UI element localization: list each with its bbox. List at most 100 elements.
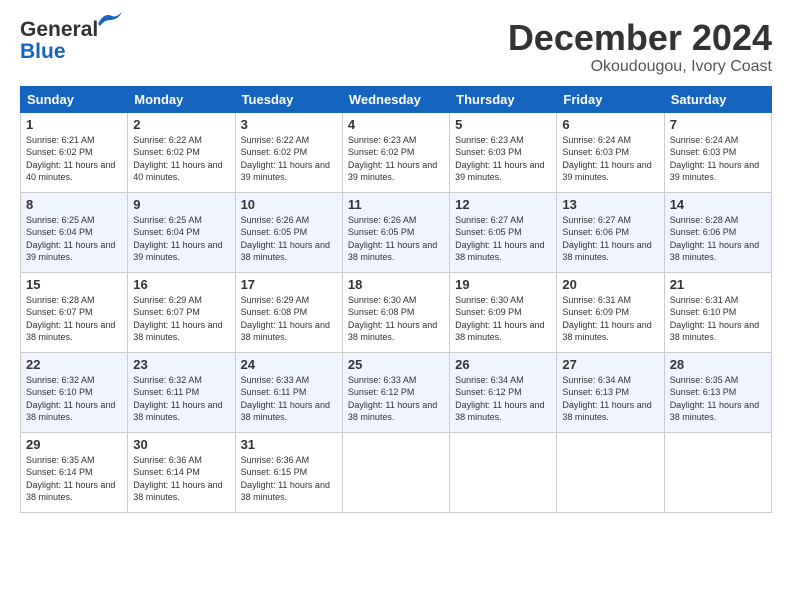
day-info: Sunrise: 6:32 AMSunset: 6:10 PMDaylight:…	[26, 375, 115, 423]
day-info: Sunrise: 6:33 AMSunset: 6:12 PMDaylight:…	[348, 375, 437, 423]
calendar-week-3: 15 Sunrise: 6:28 AMSunset: 6:07 PMDayligh…	[21, 272, 772, 352]
day-number: 25	[348, 357, 444, 372]
calendar-cell: 25 Sunrise: 6:33 AMSunset: 6:12 PMDayligh…	[342, 352, 449, 432]
day-number: 17	[241, 277, 337, 292]
day-info: Sunrise: 6:23 AMSunset: 6:03 PMDaylight:…	[455, 135, 544, 183]
calendar-cell: 21 Sunrise: 6:31 AMSunset: 6:10 PMDayligh…	[664, 272, 771, 352]
calendar-cell	[664, 432, 771, 512]
day-number: 8	[26, 197, 122, 212]
logo-general: General	[20, 18, 98, 41]
day-info: Sunrise: 6:31 AMSunset: 6:10 PMDaylight:…	[670, 295, 759, 343]
day-number: 22	[26, 357, 122, 372]
day-info: Sunrise: 6:33 AMSunset: 6:11 PMDaylight:…	[241, 375, 330, 423]
calendar-cell: 8Sunrise: 6:25 AMSunset: 6:04 PMDaylight…	[21, 192, 128, 272]
calendar-cell: 7Sunrise: 6:24 AMSunset: 6:03 PMDaylight…	[664, 112, 771, 192]
day-number: 15	[26, 277, 122, 292]
day-info: Sunrise: 6:24 AMSunset: 6:03 PMDaylight:…	[670, 135, 759, 183]
day-number: 16	[133, 277, 229, 292]
col-saturday: Saturday	[664, 86, 771, 112]
col-friday: Friday	[557, 86, 664, 112]
logo-bird-icon	[96, 10, 124, 28]
day-info: Sunrise: 6:28 AMSunset: 6:07 PMDaylight:…	[26, 295, 115, 343]
day-number: 21	[670, 277, 766, 292]
calendar-cell: 9 Sunrise: 6:25 AMSunset: 6:04 PMDaylight…	[128, 192, 235, 272]
day-info: Sunrise: 6:26 AMSunset: 6:05 PMDaylight:…	[348, 215, 437, 263]
col-sunday: Sunday	[21, 86, 128, 112]
day-number: 18	[348, 277, 444, 292]
calendar-cell: 23 Sunrise: 6:32 AMSunset: 6:11 PMDayligh…	[128, 352, 235, 432]
day-number: 3	[241, 117, 337, 132]
calendar-cell: 2 Sunrise: 6:22 AMSunset: 6:02 PMDaylight…	[128, 112, 235, 192]
day-info: Sunrise: 6:35 AMSunset: 6:13 PMDaylight:…	[670, 375, 759, 423]
calendar-week-2: 8 Sunrise: 6:25 AMSunset: 6:04 PMDaylight…	[21, 192, 772, 272]
day-number: 24	[241, 357, 337, 372]
day-number: 28	[670, 357, 766, 372]
calendar-cell: 16 Sunrise: 6:29 AMSunset: 6:07 PMDayligh…	[128, 272, 235, 352]
calendar-header-row: Sunday Monday Tuesday Wednesday Thursday…	[21, 86, 772, 112]
day-number: 2	[133, 117, 229, 132]
day-info: Sunrise: 6:23 AMSunset: 6:02 PMDaylight:…	[348, 135, 437, 183]
day-info: Sunrise: 6:22 AMSunset: 6:02 PMDaylight:…	[133, 135, 222, 183]
day-info: Sunrise: 6:24 AMSunset: 6:03 PMDaylight:…	[562, 135, 651, 183]
day-number: 9	[133, 197, 229, 212]
calendar-cell: 27Sunrise: 6:34 AMSunset: 6:13 PMDayligh…	[557, 352, 664, 432]
logo: General Blue	[20, 18, 126, 64]
day-number: 30	[133, 437, 229, 452]
day-info: Sunrise: 6:36 AMSunset: 6:14 PMDaylight:…	[133, 455, 222, 503]
calendar-cell: 22 Sunrise: 6:32 AMSunset: 6:10 PMDayligh…	[21, 352, 128, 432]
day-info: Sunrise: 6:36 AMSunset: 6:15 PMDaylight:…	[241, 455, 330, 503]
page: General Blue December 2024 Okoudougou, I…	[0, 0, 792, 612]
calendar-cell: 31 Sunrise: 6:36 AMSunset: 6:15 PMDayligh…	[235, 432, 342, 512]
calendar-cell: 12Sunrise: 6:27 AMSunset: 6:05 PMDayligh…	[450, 192, 557, 272]
day-number: 26	[455, 357, 551, 372]
calendar-cell: 26 Sunrise: 6:34 AMSunset: 6:12 PMDayligh…	[450, 352, 557, 432]
day-number: 20	[562, 277, 658, 292]
day-number: 29	[26, 437, 122, 452]
day-info: Sunrise: 6:29 AMSunset: 6:07 PMDaylight:…	[133, 295, 222, 343]
day-number: 4	[348, 117, 444, 132]
day-number: 19	[455, 277, 551, 292]
calendar-cell: 19 Sunrise: 6:30 AMSunset: 6:09 PMDayligh…	[450, 272, 557, 352]
col-tuesday: Tuesday	[235, 86, 342, 112]
day-info: Sunrise: 6:21 AMSunset: 6:02 PMDaylight:…	[26, 135, 115, 183]
calendar-cell: 11 Sunrise: 6:26 AMSunset: 6:05 PMDayligh…	[342, 192, 449, 272]
day-info: Sunrise: 6:32 AMSunset: 6:11 PMDaylight:…	[133, 375, 222, 423]
day-info: Sunrise: 6:29 AMSunset: 6:08 PMDaylight:…	[241, 295, 330, 343]
calendar-week-5: 29 Sunrise: 6:35 AMSunset: 6:14 PMDayligh…	[21, 432, 772, 512]
header: General Blue December 2024 Okoudougou, I…	[20, 18, 772, 76]
day-number: 10	[241, 197, 337, 212]
day-number: 23	[133, 357, 229, 372]
calendar-cell: 24 Sunrise: 6:33 AMSunset: 6:11 PMDayligh…	[235, 352, 342, 432]
col-wednesday: Wednesday	[342, 86, 449, 112]
calendar-table: Sunday Monday Tuesday Wednesday Thursday…	[20, 86, 772, 513]
day-info: Sunrise: 6:22 AMSunset: 6:02 PMDaylight:…	[241, 135, 330, 183]
day-info: Sunrise: 6:35 AMSunset: 6:14 PMDaylight:…	[26, 455, 115, 503]
calendar-cell	[557, 432, 664, 512]
location-subtitle: Okoudougou, Ivory Coast	[508, 58, 772, 76]
calendar-cell: 29 Sunrise: 6:35 AMSunset: 6:14 PMDayligh…	[21, 432, 128, 512]
day-number: 31	[241, 437, 337, 452]
calendar-cell	[342, 432, 449, 512]
day-info: Sunrise: 6:25 AMSunset: 6:04 PMDaylight:…	[133, 215, 222, 263]
calendar-cell: 13Sunrise: 6:27 AMSunset: 6:06 PMDayligh…	[557, 192, 664, 272]
logo-blue: Blue	[20, 40, 66, 64]
calendar-cell	[450, 432, 557, 512]
calendar-cell: 17 Sunrise: 6:29 AMSunset: 6:08 PMDayligh…	[235, 272, 342, 352]
calendar-week-1: 1Sunrise: 6:21 AMSunset: 6:02 PMDaylight…	[21, 112, 772, 192]
day-number: 6	[562, 117, 658, 132]
day-number: 11	[348, 197, 444, 212]
calendar-cell: 1Sunrise: 6:21 AMSunset: 6:02 PMDaylight…	[21, 112, 128, 192]
calendar-cell: 4 Sunrise: 6:23 AMSunset: 6:02 PMDaylight…	[342, 112, 449, 192]
calendar-cell: 5 Sunrise: 6:23 AMSunset: 6:03 PMDaylight…	[450, 112, 557, 192]
day-info: Sunrise: 6:26 AMSunset: 6:05 PMDaylight:…	[241, 215, 330, 263]
day-number: 5	[455, 117, 551, 132]
day-info: Sunrise: 6:31 AMSunset: 6:09 PMDaylight:…	[562, 295, 651, 343]
day-info: Sunrise: 6:34 AMSunset: 6:12 PMDaylight:…	[455, 375, 544, 423]
col-thursday: Thursday	[450, 86, 557, 112]
day-info: Sunrise: 6:34 AMSunset: 6:13 PMDaylight:…	[562, 375, 651, 423]
day-number: 12	[455, 197, 551, 212]
calendar-cell: 30 Sunrise: 6:36 AMSunset: 6:14 PMDayligh…	[128, 432, 235, 512]
calendar-cell: 18Sunrise: 6:30 AMSunset: 6:08 PMDayligh…	[342, 272, 449, 352]
calendar-cell: 15 Sunrise: 6:28 AMSunset: 6:07 PMDayligh…	[21, 272, 128, 352]
day-info: Sunrise: 6:30 AMSunset: 6:09 PMDaylight:…	[455, 295, 544, 343]
